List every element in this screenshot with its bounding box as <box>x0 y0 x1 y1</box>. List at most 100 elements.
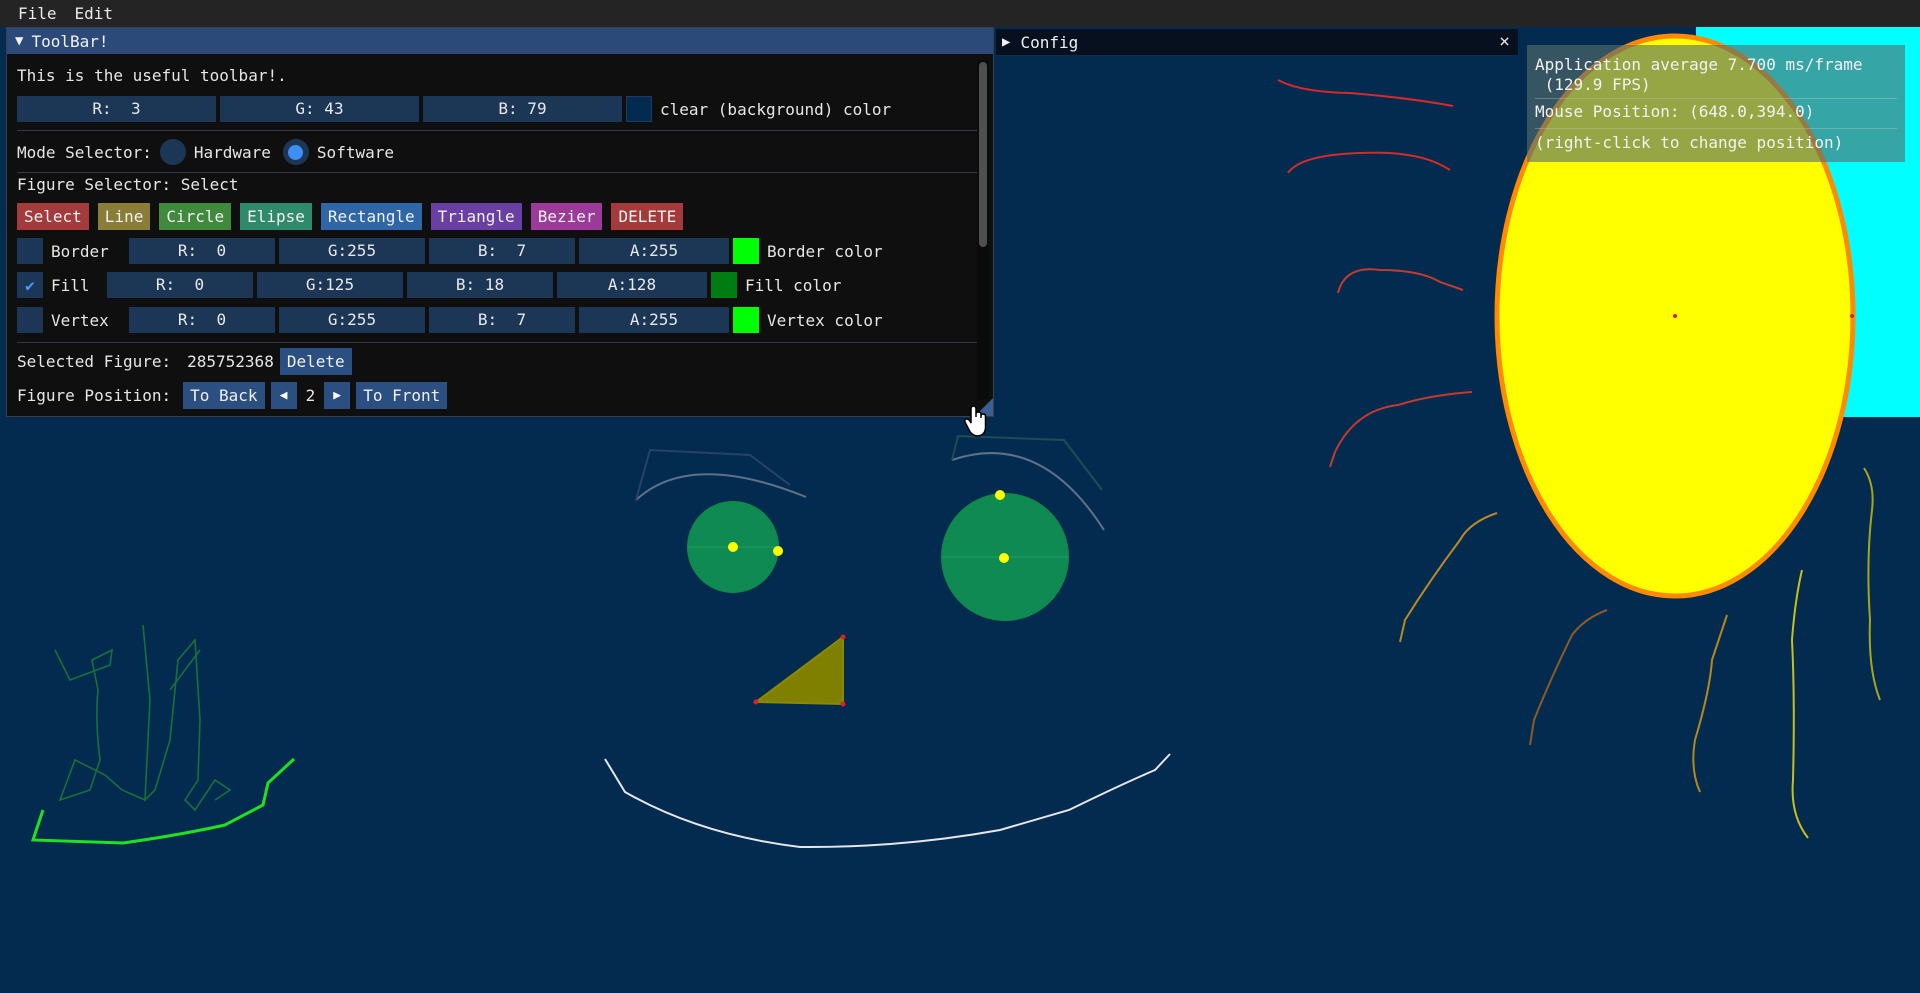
smile-line[interactable] <box>604 753 1171 849</box>
vertex-r-slider[interactable]: R: 0 <box>129 307 275 333</box>
left-eye-edge-vertex <box>773 546 783 556</box>
border-b-slider[interactable]: B: 7 <box>429 238 575 264</box>
figure-bezier-button[interactable]: Bezier <box>530 203 603 230</box>
green-line[interactable] <box>30 757 296 845</box>
bg-color-label: clear (background) color <box>660 99 892 119</box>
sun-ray[interactable] <box>1277 79 1454 107</box>
figure-delete-button[interactable]: DELETE <box>611 203 684 230</box>
bg-r-slider[interactable]: R: 3 <box>17 96 216 122</box>
selected-delete-button[interactable]: Delete <box>279 348 352 375</box>
sun-ray[interactable] <box>1337 268 1464 294</box>
figure-position-label: Figure Position: <box>17 386 172 405</box>
toolbar-window[interactable]: ▼ ToolBar! This is the useful toolbar!. … <box>6 27 994 417</box>
separator <box>1535 128 1897 129</box>
bg-g-slider[interactable]: G: 43 <box>220 96 419 122</box>
left-eye-center-vertex <box>728 542 738 552</box>
to-back-button[interactable]: To Back <box>183 382 265 409</box>
separator <box>1535 98 1897 99</box>
mode-selector-label: Mode Selector: <box>17 142 152 162</box>
vertex-row: Vertex R: 0 G:255 B: 7 A:255 Vertex colo… <box>17 307 883 333</box>
border-a-slider[interactable]: A:255 <box>579 238 729 264</box>
mode-hardware-radio[interactable] <box>159 139 186 165</box>
decrement-arrow-icon[interactable]: ◀ <box>270 382 297 409</box>
vertex-label: Vertex <box>51 310 109 330</box>
figure-select-button[interactable]: Select <box>17 203 89 230</box>
sun-ray[interactable] <box>1529 609 1608 746</box>
fill-checkbox[interactable]: ✔ <box>17 272 43 298</box>
sun-ray[interactable] <box>1329 391 1473 468</box>
figure-buttons-row: Select Line Circle Elipse Rectangle Tria… <box>17 203 692 230</box>
sun-center-vertex <box>1673 314 1677 318</box>
nose-vertex <box>753 699 759 705</box>
increment-arrow-icon[interactable]: ▶ <box>324 382 351 409</box>
right-eyebrow-guide <box>951 434 1103 491</box>
sun-ray[interactable] <box>1863 467 1881 701</box>
vertex-a-slider[interactable]: A:255 <box>579 307 729 333</box>
border-g-slider[interactable]: G:255 <box>279 238 425 264</box>
sun-ray[interactable] <box>1287 151 1451 174</box>
toolbar-title: ToolBar! <box>31 31 109 51</box>
checkmark-icon: ✔ <box>25 275 35 295</box>
sun-edge-vertex <box>1850 314 1854 318</box>
sun-ray[interactable] <box>1399 512 1498 643</box>
selected-figure-row: Selected Figure: 285752368 Delete <box>17 348 352 375</box>
menu-bar: File Edit <box>0 0 1920 27</box>
border-r-slider[interactable]: R: 0 <box>129 238 275 264</box>
to-front-button[interactable]: To Front <box>356 382 448 409</box>
green-scribble[interactable] <box>54 648 146 802</box>
fill-label: Fill <box>51 275 90 295</box>
figure-elipse-button[interactable]: Elipse <box>240 203 312 230</box>
separator <box>17 172 977 173</box>
fill-g-slider[interactable]: G:125 <box>257 272 403 298</box>
bg-b-slider[interactable]: B: 79 <box>423 96 622 122</box>
fill-color-swatch[interactable] <box>711 272 737 298</box>
menu-file[interactable]: File <box>9 0 66 27</box>
separator <box>17 130 977 131</box>
mode-software-radio[interactable] <box>282 139 309 165</box>
figure-selector-label: Figure Selector: Select <box>17 175 239 194</box>
vertex-b-slider[interactable]: B: 7 <box>429 307 575 333</box>
figure-line-button[interactable]: Line <box>97 203 151 230</box>
toolbar-scrollbar[interactable] <box>977 60 989 400</box>
toolbar-titlebar[interactable]: ▼ ToolBar! <box>7 28 993 54</box>
scrollbar-thumb[interactable] <box>979 62 987 247</box>
fill-r-slider[interactable]: R: 0 <box>107 272 253 298</box>
vertex-checkbox[interactable] <box>17 307 43 333</box>
sun-ray[interactable] <box>1790 569 1809 839</box>
figure-selector-row: Figure Selector: Select <box>17 175 239 194</box>
border-color-swatch[interactable] <box>733 238 759 264</box>
vertex-color-swatch[interactable] <box>733 307 759 333</box>
green-scribble[interactable] <box>169 649 201 691</box>
toolbar-intro-row: This is the useful toolbar!. <box>17 66 287 85</box>
figure-triangle-button[interactable]: Triangle <box>430 203 522 230</box>
fps-text: (129.9 FPS) <box>1535 75 1651 94</box>
green-scribble[interactable] <box>142 624 232 812</box>
figure-rectangle-button[interactable]: Rectangle <box>320 203 422 230</box>
nose-triangle[interactable] <box>753 635 844 706</box>
bg-color-row: R: 3 G: 43 B: 79 clear (background) colo… <box>17 96 891 122</box>
overlay-hint-text: (right-click to change position) <box>1535 133 1844 152</box>
config-window-header[interactable]: ▶ Config × <box>996 29 1518 56</box>
config-title: Config <box>1020 32 1079 52</box>
close-icon[interactable]: × <box>1499 29 1510 55</box>
nose-vertex <box>840 634 846 640</box>
bg-color-swatch[interactable] <box>626 96 652 122</box>
expand-triangle-icon[interactable]: ▶ <box>1002 34 1010 50</box>
border-color-label: Border color <box>767 241 883 261</box>
figure-circle-button[interactable]: Circle <box>159 203 232 230</box>
figure-position-row: Figure Position: To Back ◀ 2 ▶ To Front <box>17 382 448 409</box>
toolbar-intro: This is the useful toolbar!. <box>17 66 287 85</box>
frame-time-text: Application average 7.700 ms/frame <box>1535 55 1863 74</box>
mode-hardware-label[interactable]: Hardware <box>194 143 271 162</box>
right-eye-center-vertex <box>999 553 1009 563</box>
sun-ray[interactable] <box>1692 614 1728 793</box>
menu-edit[interactable]: Edit <box>66 0 123 27</box>
vertex-g-slider[interactable]: G:255 <box>279 307 425 333</box>
fill-a-slider[interactable]: A:128 <box>557 272 707 298</box>
stats-overlay[interactable]: Application average 7.700 ms/frame (129.… <box>1527 45 1905 162</box>
nose-vertex <box>840 701 846 707</box>
collapse-triangle-icon[interactable]: ▼ <box>15 33 23 49</box>
fill-b-slider[interactable]: B: 18 <box>407 272 553 298</box>
mode-software-label[interactable]: Software <box>317 143 394 162</box>
border-checkbox[interactable] <box>17 238 43 264</box>
